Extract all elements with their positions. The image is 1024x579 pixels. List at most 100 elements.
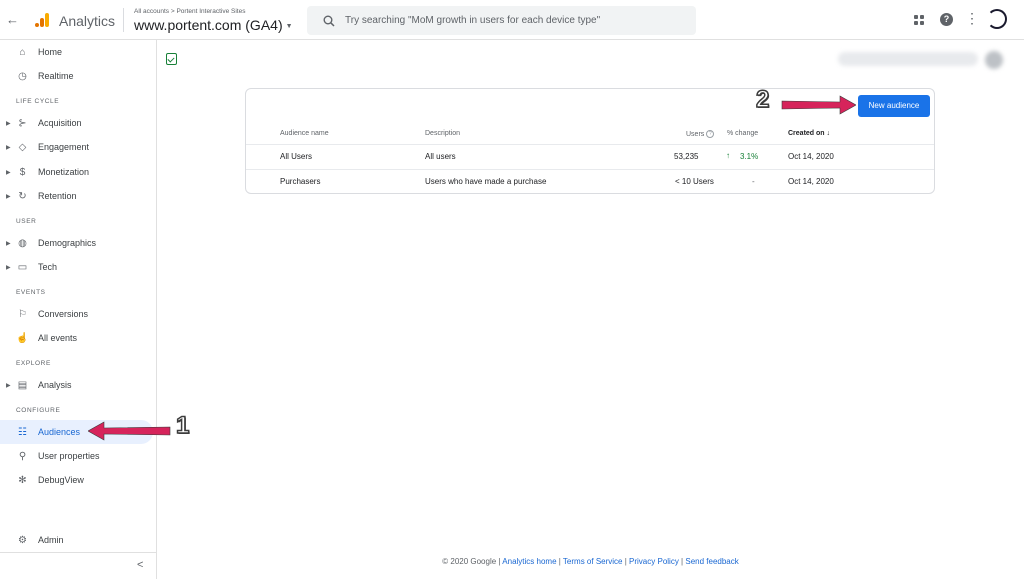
- nav-label: Retention: [38, 191, 77, 201]
- search-icon: [323, 15, 335, 27]
- expand-caret-icon: ▶: [6, 264, 11, 271]
- section-explore: EXPLORE: [16, 360, 51, 367]
- caret-down-icon: ▼: [285, 22, 293, 30]
- collapse-bar: <: [0, 552, 157, 579]
- app-name: Analytics: [59, 13, 116, 29]
- nav-item-retention[interactable]: ▶ ↻ Retention: [0, 184, 157, 208]
- audience-name[interactable]: All Users: [280, 152, 312, 161]
- audience-created: Oct 14, 2020: [788, 152, 834, 161]
- nav-label: Audiences: [38, 427, 81, 437]
- nav-item-debugview[interactable]: ✻ DebugView: [0, 468, 157, 492]
- col-audience-name[interactable]: Audience name: [280, 130, 329, 137]
- nav-item-monetization[interactable]: ▶ $ Monetization: [0, 160, 157, 184]
- expand-caret-icon: ▶: [6, 382, 11, 389]
- annotation-arrow-2: [781, 95, 856, 115]
- new-audience-button[interactable]: New audience: [858, 95, 930, 117]
- property-name: www.portent.com (GA4): [134, 17, 283, 33]
- user-properties-icon: ⚲: [18, 450, 27, 462]
- nav-label: Engagement: [38, 142, 90, 152]
- nav-item-home[interactable]: ⌂ Home: [0, 40, 157, 64]
- property-selector[interactable]: www.portent.com (GA4) ▼: [134, 17, 293, 33]
- footer: © 2020 Google | Analytics home | Terms o…: [157, 557, 1024, 566]
- col-percent-change[interactable]: % change: [727, 130, 758, 137]
- saved-check-icon: [166, 53, 177, 65]
- acquisition-icon: ⊱: [18, 117, 27, 129]
- nav-item-tech[interactable]: ▶ ▭ Tech: [0, 255, 157, 279]
- more-vert-icon[interactable]: ⋮: [965, 11, 979, 25]
- collapse-nav-icon[interactable]: <: [137, 559, 143, 571]
- nav-item-realtime[interactable]: ◷ Realtime: [0, 64, 157, 88]
- col-created-label: Created on: [788, 130, 825, 137]
- terms-link[interactable]: Terms of Service: [563, 557, 623, 566]
- send-feedback-link[interactable]: Send feedback: [685, 557, 738, 566]
- header-divider: [123, 8, 124, 32]
- nav-label: User properties: [38, 451, 100, 461]
- top-app-bar: ← Analytics All accounts > Portent Inter…: [0, 0, 1024, 40]
- audience-users: < 10 Users: [675, 177, 714, 186]
- expand-caret-icon: ▶: [6, 144, 11, 151]
- audience-change: -: [752, 177, 755, 186]
- audience-change: 3.1%: [740, 152, 759, 161]
- nav-item-acquisition[interactable]: ▶ ⊱ Acquisition: [0, 111, 157, 135]
- blurred-user-info: [838, 52, 978, 66]
- nav-label: Home: [38, 47, 63, 57]
- annotation-step-1: 1: [175, 411, 190, 440]
- search-bar[interactable]: [307, 6, 696, 35]
- nav-label: All events: [38, 333, 78, 343]
- audience-created: Oct 14, 2020: [788, 177, 834, 186]
- section-user: USER: [16, 218, 37, 225]
- nav-label: Acquisition: [38, 118, 82, 128]
- sort-down-arrow-icon: ↓: [826, 130, 831, 137]
- touch-icon: ☝: [16, 332, 29, 344]
- expand-caret-icon: ▶: [6, 169, 11, 176]
- expand-caret-icon: ▶: [6, 240, 11, 247]
- bug-icon: ✻: [18, 474, 27, 486]
- nav-label: Realtime: [38, 71, 74, 81]
- analysis-icon: ▤: [17, 379, 28, 391]
- audience-name[interactable]: Purchasers: [280, 177, 320, 186]
- nav-label: Admin: [38, 535, 64, 545]
- left-nav: ⌂ Home ◷ Realtime LIFE CYCLE ▶ ⊱ Acquisi…: [0, 40, 157, 579]
- gear-icon: ⚙: [18, 534, 27, 546]
- analytics-logo-icon[interactable]: [34, 12, 50, 28]
- copyright: © 2020 Google: [442, 557, 497, 566]
- apps-grid-icon[interactable]: [914, 15, 924, 25]
- section-life-cycle: LIFE CYCLE: [16, 98, 60, 105]
- devices-icon: ▭: [17, 261, 28, 273]
- account-avatar-icon[interactable]: [987, 9, 1007, 29]
- nav-item-analysis[interactable]: ▶ ▤ Analysis: [0, 373, 157, 397]
- section-events: EVENTS: [16, 289, 46, 296]
- trend-up-arrow-icon: ↑: [726, 151, 730, 160]
- info-icon[interactable]: ?: [706, 130, 715, 138]
- nav-item-conversions[interactable]: ⚐ Conversions: [0, 302, 157, 326]
- search-input[interactable]: [345, 11, 685, 29]
- flag-icon: ⚐: [18, 308, 27, 320]
- nav-label: DebugView: [38, 475, 84, 485]
- col-users[interactable]: Users?: [686, 130, 715, 138]
- retention-icon: ↻: [18, 190, 27, 202]
- audience-users: 53,235: [674, 152, 699, 161]
- back-arrow-icon[interactable]: ←: [6, 12, 19, 27]
- privacy-link[interactable]: Privacy Policy: [629, 557, 679, 566]
- annotation-arrow-1: [88, 421, 171, 441]
- nav-item-user-properties[interactable]: ⚲ User properties: [0, 444, 157, 468]
- nav-item-admin[interactable]: ⚙ Admin: [0, 528, 157, 552]
- col-description[interactable]: Description: [425, 130, 460, 137]
- header-divider: [246, 144, 934, 145]
- nav-item-all-events[interactable]: ☝ All events: [0, 326, 157, 350]
- nav-item-demographics[interactable]: ▶ ◍ Demographics: [0, 231, 157, 255]
- account-breadcrumb[interactable]: All accounts > Portent Interactive Sites: [134, 8, 245, 15]
- col-users-label: Users: [686, 130, 705, 138]
- blurred-avatar: [985, 51, 1003, 69]
- help-icon[interactable]: ?: [940, 13, 953, 26]
- clock-icon: ◷: [18, 70, 27, 82]
- nav-label: Tech: [38, 262, 58, 272]
- tag-icon: ◇: [18, 141, 27, 153]
- analytics-home-link[interactable]: Analytics home: [502, 557, 556, 566]
- nav-label: Analysis: [38, 380, 72, 390]
- nav-label: Monetization: [38, 167, 90, 177]
- nav-label: Conversions: [38, 309, 89, 319]
- col-created-on[interactable]: Created on ↓: [788, 130, 830, 137]
- nav-item-engagement[interactable]: ▶ ◇ Engagement: [0, 135, 157, 159]
- row-divider: [246, 169, 934, 170]
